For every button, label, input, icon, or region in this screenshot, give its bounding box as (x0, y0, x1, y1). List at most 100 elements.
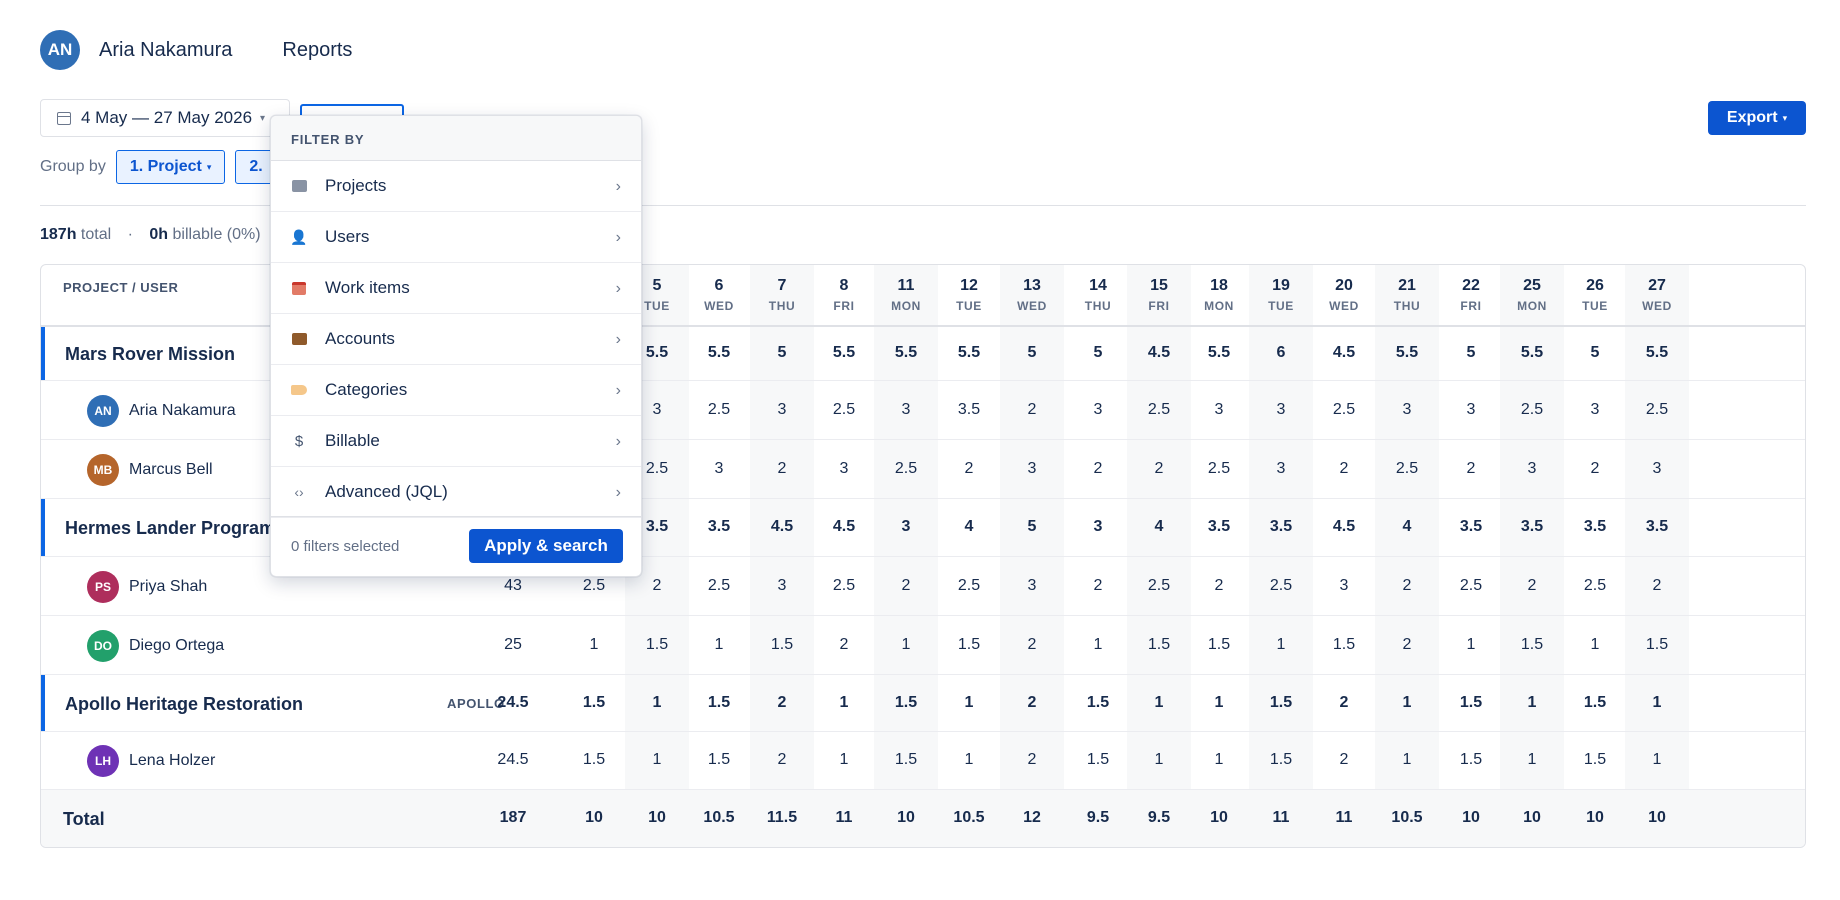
day-column-header[interactable]: 25 MON (1502, 277, 1562, 313)
hours-cell[interactable]: 1.5 (1314, 636, 1374, 654)
hours-cell[interactable]: 2 (1565, 460, 1625, 478)
hours-cell[interactable]: 1.5 (876, 694, 936, 712)
hours-cell[interactable]: 1.5 (1068, 694, 1128, 712)
hours-cell[interactable]: 1.5 (1129, 636, 1189, 654)
user-cell[interactable]: DO Diego Ortega (87, 629, 224, 662)
hours-cell[interactable]: 3.5 (1565, 518, 1625, 536)
hours-cell[interactable]: 5.5 (814, 344, 874, 362)
hours-cell[interactable]: 2.5 (814, 401, 874, 419)
user-name[interactable]: Aria Nakamura (99, 39, 232, 62)
hours-cell[interactable]: 5 (1068, 344, 1128, 362)
hours-cell[interactable]: 2 (814, 636, 874, 654)
hours-cell[interactable]: 1.5 (1627, 636, 1687, 654)
hours-cell[interactable]: 4 (1377, 518, 1437, 536)
hours-cell[interactable]: 3.5 (1627, 518, 1687, 536)
day-column-header[interactable]: 7 THU (752, 277, 812, 313)
hours-cell[interactable]: 4.5 (1314, 344, 1374, 362)
hours-cell[interactable]: 5.5 (1189, 344, 1249, 362)
user-cell[interactable]: PS Priya Shah (87, 570, 207, 603)
hours-cell[interactable]: 3 (1377, 401, 1437, 419)
export-button[interactable]: Export ▾ (1708, 101, 1806, 135)
hours-cell[interactable]: 2 (1314, 460, 1374, 478)
hours-cell[interactable]: 1 (1441, 636, 1501, 654)
filter-menu-item[interactable]: 👤 Users › (271, 212, 641, 263)
apply-search-button[interactable]: Apply & search (469, 529, 623, 563)
column-header-project-user[interactable]: PROJECT / USER (63, 280, 178, 295)
hours-cell[interactable]: 4.5 (814, 518, 874, 536)
hours-cell[interactable]: 2.5 (1314, 401, 1374, 419)
hours-cell[interactable]: 2 (1314, 694, 1374, 712)
hours-cell[interactable]: 3 (1314, 577, 1374, 595)
hours-cell[interactable]: 2.5 (876, 460, 936, 478)
hours-cell[interactable]: 1.5 (876, 751, 936, 769)
hours-cell[interactable]: 1.5 (627, 636, 687, 654)
hours-cell[interactable]: 1.5 (1189, 636, 1249, 654)
hours-cell[interactable]: 2.5 (1377, 460, 1437, 478)
hours-cell[interactable]: 3 (1068, 401, 1128, 419)
hours-cell[interactable]: 2 (1002, 694, 1062, 712)
hours-cell[interactable]: 4.5 (1129, 344, 1189, 362)
user-cell[interactable]: MB Marcus Bell (87, 453, 213, 486)
hours-cell[interactable]: 1 (939, 751, 999, 769)
hours-cell[interactable]: 3.5 (689, 518, 749, 536)
hours-cell[interactable]: 3 (1441, 401, 1501, 419)
hours-cell[interactable]: 2 (1314, 751, 1374, 769)
filter-menu-item[interactable]: $ Billable › (271, 416, 641, 467)
hours-cell[interactable]: 1 (1189, 751, 1249, 769)
hours-cell[interactable]: 1 (1627, 694, 1687, 712)
hours-cell[interactable]: 1 (939, 694, 999, 712)
hours-cell[interactable]: 3.5 (1189, 518, 1249, 536)
day-column-header[interactable]: 19 TUE (1251, 277, 1311, 313)
hours-cell[interactable]: 2 (1189, 577, 1249, 595)
hours-cell[interactable]: 4 (1129, 518, 1189, 536)
hours-cell[interactable]: 1.5 (564, 694, 624, 712)
hours-cell[interactable]: 2 (1002, 401, 1062, 419)
user-row[interactable]: LH Lena Holzer 24.5 1.5 1 1.5 2 1 1.5 1 2 1.5 1 1 1.5 2… (41, 732, 1805, 790)
hours-cell[interactable]: 2 (876, 577, 936, 595)
hours-cell[interactable]: 1 (814, 751, 874, 769)
project-name[interactable]: Hermes Lander Program (65, 518, 275, 539)
hours-cell[interactable]: 1 (689, 636, 749, 654)
hours-cell[interactable]: 2.5 (1129, 401, 1189, 419)
hours-cell[interactable]: 2 (1068, 577, 1128, 595)
hours-cell[interactable]: 2.5 (939, 577, 999, 595)
hours-cell[interactable]: 5 (1441, 344, 1501, 362)
hours-cell[interactable]: 2.5 (1565, 577, 1625, 595)
hours-cell[interactable]: 5 (1002, 344, 1062, 362)
hours-cell[interactable]: 1 (1129, 694, 1189, 712)
day-column-header[interactable]: 13 WED (1002, 277, 1062, 313)
day-column-header[interactable]: 8 FRI (814, 277, 874, 313)
hours-cell[interactable]: 5.5 (876, 344, 936, 362)
filter-menu-item[interactable]: Accounts › (271, 314, 641, 365)
hours-cell[interactable]: 3 (1502, 460, 1562, 478)
hours-cell[interactable]: 1.5 (564, 751, 624, 769)
hours-cell[interactable]: 2.5 (689, 577, 749, 595)
hours-cell[interactable]: 1 (814, 694, 874, 712)
day-column-header[interactable]: 26 TUE (1565, 277, 1625, 313)
hours-cell[interactable]: 2 (752, 751, 812, 769)
hours-cell[interactable]: 3.5 (1441, 518, 1501, 536)
hours-cell[interactable]: 3 (1002, 577, 1062, 595)
hours-cell[interactable]: 2 (1129, 460, 1189, 478)
day-column-header[interactable]: 18 MON (1189, 277, 1249, 313)
hours-cell[interactable]: 2 (1068, 460, 1128, 478)
hours-cell[interactable]: 3 (876, 401, 936, 419)
hours-cell[interactable]: 1.5 (939, 636, 999, 654)
hours-cell[interactable]: 2 (1377, 636, 1437, 654)
hours-cell[interactable]: 6 (1251, 344, 1311, 362)
hours-cell[interactable]: 2 (1502, 577, 1562, 595)
filter-menu-item[interactable]: ‹› Advanced (JQL) › (271, 467, 641, 518)
hours-cell[interactable]: 2 (1002, 751, 1062, 769)
hours-cell[interactable]: 3.5 (939, 401, 999, 419)
hours-cell[interactable]: 2 (1002, 636, 1062, 654)
day-column-header[interactable]: 11 MON (876, 277, 936, 313)
user-cell[interactable]: AN Aria Nakamura (87, 394, 236, 427)
group-chip-project[interactable]: 1. Project ▾ (115, 150, 226, 184)
day-column-header[interactable]: 12 TUE (939, 277, 999, 313)
day-column-header[interactable]: 20 WED (1314, 277, 1374, 313)
hours-cell[interactable]: 5.5 (1377, 344, 1437, 362)
filter-menu-item[interactable]: Projects › (271, 161, 641, 212)
hours-cell[interactable]: 5.5 (1627, 344, 1687, 362)
hours-cell[interactable]: 3 (752, 401, 812, 419)
hours-cell[interactable]: 4.5 (1314, 518, 1374, 536)
